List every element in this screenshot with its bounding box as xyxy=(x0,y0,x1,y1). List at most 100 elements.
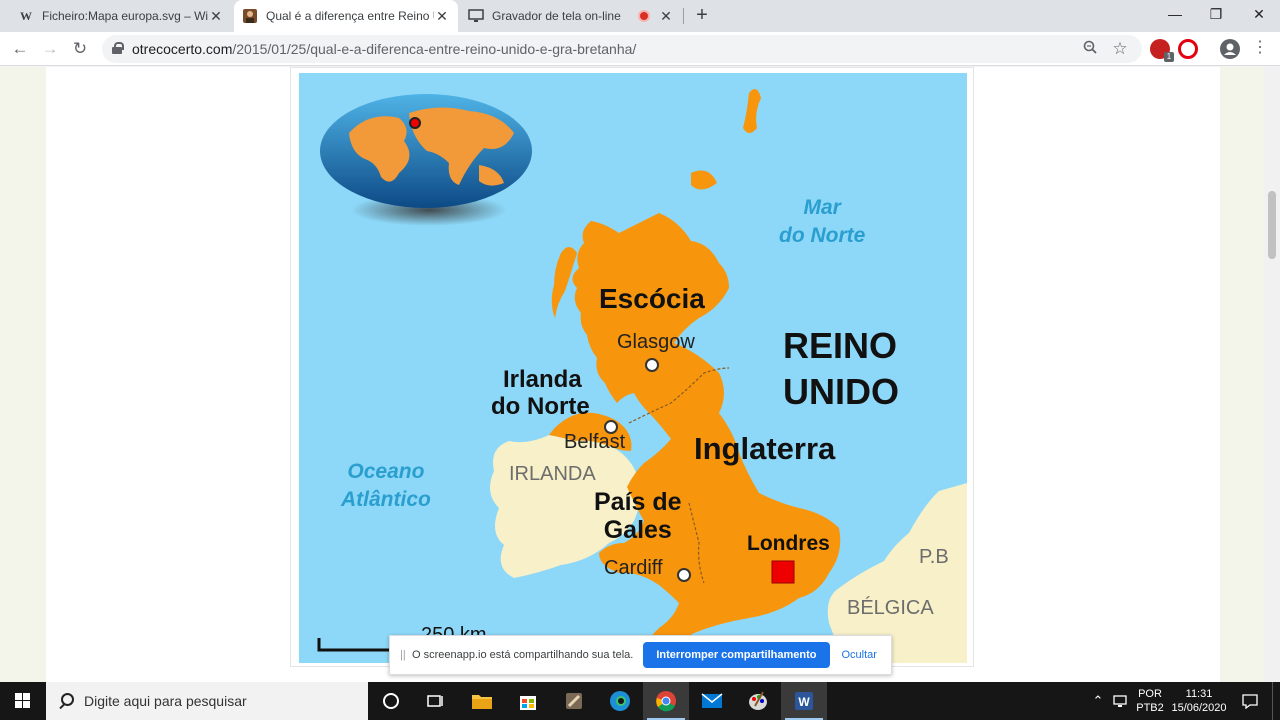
label-belfast: Belfast xyxy=(564,431,626,453)
scrollbar-thumb[interactable] xyxy=(1268,191,1276,259)
label-wales-line1: País de xyxy=(594,488,682,516)
word-icon[interactable]: W xyxy=(781,682,827,720)
adblock-extension-icon[interactable]: 1 xyxy=(1150,39,1174,62)
recording-indicator-icon xyxy=(638,10,650,22)
zoom-icon[interactable] xyxy=(1080,39,1100,59)
label-netherlands: P.B xyxy=(919,546,949,568)
taskbar-search[interactable]: Digite aqui para pesquisar xyxy=(46,682,368,720)
label-uk-line1: REINO xyxy=(783,325,898,366)
edge-icon[interactable] xyxy=(597,682,643,720)
address-bar[interactable]: otrecocerto.com/2015/01/25/qual-e-a-dife… xyxy=(102,35,1142,63)
profile-avatar-icon[interactable] xyxy=(1220,39,1240,59)
london-marker xyxy=(771,560,795,584)
new-tab-button[interactable]: + xyxy=(690,4,714,28)
tab-wikipedia[interactable]: W Ficheiro:Mapa europa.svg – Wikip ✕ xyxy=(10,0,232,32)
url-text: otrecocerto.com/2015/01/25/qual-e-a-dife… xyxy=(132,41,636,57)
shetland-islands xyxy=(743,89,761,133)
tab-close-icon[interactable]: ✕ xyxy=(208,8,224,24)
glasgow-marker xyxy=(645,358,659,372)
minimize-button[interactable]: — xyxy=(1152,0,1198,30)
chrome-icon[interactable] xyxy=(643,682,689,720)
tab-close-icon[interactable]: ✕ xyxy=(434,8,450,24)
scale-bar xyxy=(317,638,399,652)
label-ireland: IRLANDA xyxy=(509,463,596,485)
start-button[interactable] xyxy=(0,682,46,720)
label-united-kingdom: REINO UNIDO xyxy=(783,323,899,415)
wikipedia-favicon-icon: W xyxy=(20,8,32,23)
show-desktop-button[interactable] xyxy=(1272,682,1280,720)
hide-button[interactable]: Ocultar xyxy=(842,649,877,661)
notifications-icon[interactable] xyxy=(1236,682,1264,720)
tab-title: Qual é a diferença entre Reino U xyxy=(266,9,434,23)
clock-time: 11:31 xyxy=(1185,688,1213,700)
tab-otrecocerto[interactable]: Qual é a diferença entre Reino U ✕ xyxy=(234,0,458,32)
label-north-sea: Mar do Norte xyxy=(779,194,865,250)
label-england: Inglaterra xyxy=(694,431,836,466)
paint-icon[interactable] xyxy=(735,682,781,720)
tab-screen-recorder[interactable]: Gravador de tela on-line ✕ xyxy=(460,0,682,32)
tab-close-icon[interactable]: ✕ xyxy=(658,8,674,24)
label-ni-line1: Irlanda xyxy=(503,366,582,393)
globe-marker xyxy=(409,117,421,129)
network-icon[interactable] xyxy=(1110,682,1132,720)
web-page: Mar do Norte Escócia Glasgow REINO UNIDO… xyxy=(0,67,1280,682)
site-favicon-icon xyxy=(242,8,258,24)
screen-share-notification: || O screenapp.io está compartilhando su… xyxy=(389,635,892,675)
tab-separator xyxy=(683,8,684,24)
file-explorer-icon[interactable] xyxy=(459,682,505,720)
url-host: otrecocerto.com xyxy=(132,41,233,57)
bookmark-star-icon[interactable]: ☆ xyxy=(1110,39,1130,59)
label-glasgow: Glasgow xyxy=(617,331,695,353)
label-wales-line2: Gales xyxy=(603,516,672,544)
windows-logo-icon xyxy=(15,693,31,709)
label-scotland: Escócia xyxy=(599,283,705,314)
browser-toolbar: ← → ↻ otrecocerto.com/2015/01/25/qual-e-… xyxy=(0,32,1280,66)
lock-icon xyxy=(112,42,124,54)
label-cardiff: Cardiff xyxy=(604,557,663,579)
tray-chevron-icon[interactable]: ⌃ xyxy=(1088,682,1108,720)
share-message: O screenapp.io está compartilhando sua t… xyxy=(412,649,634,661)
label-wales: País de Gales xyxy=(594,488,682,544)
cortana-icon[interactable] xyxy=(368,682,414,720)
label-northern-ireland: Irlanda do Norte xyxy=(491,366,590,420)
drag-handle-icon[interactable]: || xyxy=(400,649,406,661)
url-path: /2015/01/25/qual-e-a-diferenca-entre-rei… xyxy=(232,41,637,57)
mail-icon[interactable] xyxy=(689,682,735,720)
menu-kebab-icon[interactable]: ⋮ xyxy=(1248,37,1272,61)
language-code: POR xyxy=(1138,688,1162,700)
svg-text:W: W xyxy=(798,695,810,709)
label-london: Londres xyxy=(747,532,830,555)
orkney-islands xyxy=(691,170,717,190)
keyboard-layout: PTB2 xyxy=(1136,702,1164,714)
forward-button[interactable]: → xyxy=(38,37,62,61)
opera-extension-icon[interactable] xyxy=(1178,39,1198,59)
app-brush-icon[interactable] xyxy=(551,682,597,720)
task-view-icon[interactable] xyxy=(412,682,458,720)
search-placeholder: Digite aqui para pesquisar xyxy=(84,693,247,709)
clock-date: 15/06/2020 xyxy=(1171,702,1227,714)
store-icon[interactable] xyxy=(505,682,551,720)
cardiff-marker xyxy=(677,568,691,582)
back-button[interactable]: ← xyxy=(8,37,32,61)
input-language[interactable]: POR PTB2 xyxy=(1132,682,1168,720)
label-uk-line2: UNIDO xyxy=(783,371,899,412)
article-content: Mar do Norte Escócia Glasgow REINO UNIDO… xyxy=(46,67,1220,682)
stop-sharing-button[interactable]: Interromper compartilhamento xyxy=(643,642,830,668)
page-scrollbar[interactable] xyxy=(1264,67,1280,682)
tab-title: Gravador de tela on-line xyxy=(492,9,621,23)
label-atlantic-ocean: Oceano Atlântico xyxy=(341,458,431,514)
windows-taskbar: Digite aqui para pesquisar W ⌃ POR PTB2 … xyxy=(0,682,1280,720)
system-clock[interactable]: 11:31 15/06/2020 xyxy=(1168,682,1230,720)
label-ocean-line2: Atlântico xyxy=(341,488,431,511)
adblock-badge: 1 xyxy=(1164,52,1174,62)
label-north-sea-line1: Mar xyxy=(803,196,841,219)
maximize-button[interactable]: ❐ xyxy=(1193,0,1239,30)
label-ni-line2: do Norte xyxy=(491,393,590,420)
uk-map: Mar do Norte Escócia Glasgow REINO UNIDO… xyxy=(299,73,967,663)
close-window-button[interactable]: ✕ xyxy=(1236,0,1280,30)
tab-title: Ficheiro:Mapa europa.svg – Wikip xyxy=(42,9,208,23)
label-north-sea-line2: do Norte xyxy=(779,224,866,247)
tab-strip: W Ficheiro:Mapa europa.svg – Wikip ✕ Qua… xyxy=(0,0,1280,32)
search-icon xyxy=(58,693,74,709)
reload-button[interactable]: ↻ xyxy=(68,37,92,61)
